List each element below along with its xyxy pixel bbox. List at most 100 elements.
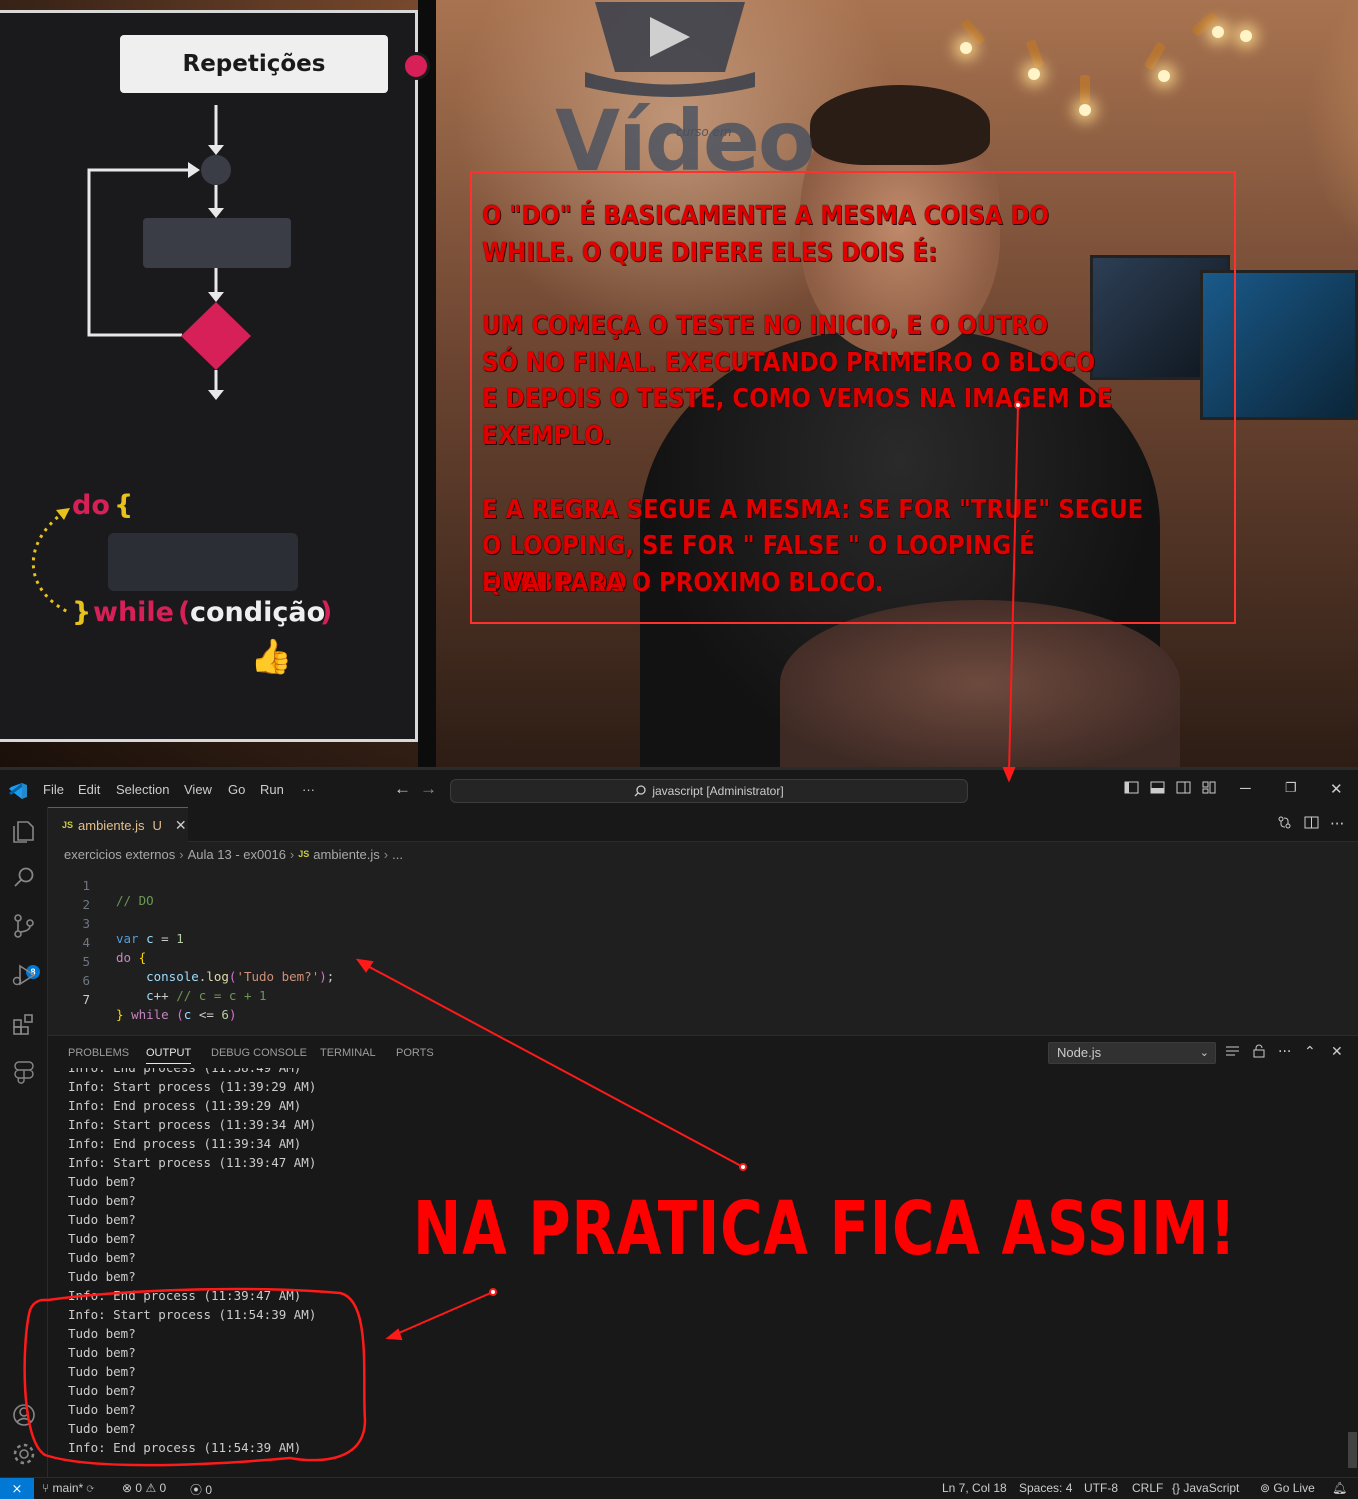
compare-changes-icon[interactable] bbox=[1277, 815, 1292, 830]
chevron-right-icon: › bbox=[383, 846, 389, 862]
code-number: 1 bbox=[176, 931, 184, 946]
code-brace: { bbox=[138, 950, 147, 965]
code-line: 2 bbox=[48, 882, 93, 912]
breadcrumb-file[interactable]: ambiente.js bbox=[313, 847, 379, 862]
output-line: Tudo bem? bbox=[68, 1345, 136, 1360]
branch-status[interactable]: ⑂ main* ⟳ bbox=[42, 1481, 94, 1495]
search-icon[interactable] bbox=[11, 865, 37, 891]
extensions-icon[interactable] bbox=[11, 1011, 37, 1037]
command-center-search[interactable]: javascript [Administrator] bbox=[450, 779, 968, 803]
js-file-icon: JS bbox=[298, 849, 310, 859]
code-brace: } bbox=[116, 1007, 124, 1022]
toggle-panel-icon[interactable] bbox=[1150, 780, 1165, 795]
explorer-icon[interactable] bbox=[11, 819, 37, 845]
code-paren-open: ( bbox=[178, 597, 191, 628]
figma-icon[interactable] bbox=[11, 1059, 37, 1085]
scrollbar[interactable] bbox=[1348, 1432, 1357, 1468]
go-live-button[interactable]: ⊚ Go Live bbox=[1260, 1481, 1315, 1495]
broadcast-icon: ⊚ bbox=[1260, 1481, 1271, 1495]
split-editor-icon[interactable] bbox=[1304, 815, 1319, 830]
source-control-icon[interactable] bbox=[11, 913, 37, 939]
output-line: Info: End process (11:54:39 AM) bbox=[68, 1440, 302, 1455]
tab-ambiente-js[interactable]: JS ambiente.js U ✕ bbox=[48, 807, 188, 842]
remote-indicator-icon[interactable]: ⨯ bbox=[0, 1478, 34, 1499]
menu-more[interactable]: ··· bbox=[302, 782, 315, 797]
tab-problems[interactable]: PROBLEMS bbox=[68, 1047, 129, 1059]
back-arrow-icon[interactable]: ← bbox=[394, 779, 411, 799]
code-number: 6 bbox=[221, 1007, 229, 1022]
output-line: Tudo bem? bbox=[68, 1402, 136, 1417]
lock-icon[interactable] bbox=[1252, 1044, 1266, 1058]
annotation-note-line: O LOOPING, SE FOR " FALSE " O LOOPING É … bbox=[482, 531, 1043, 598]
flowchart: 👍 bbox=[31, 105, 298, 677]
annotation-note-line: EXEMPLO. bbox=[482, 421, 612, 452]
video-frame: curso em Vídeo Repetições 👍 do { } while bbox=[0, 0, 1358, 767]
code-semicolon: ; bbox=[326, 969, 335, 984]
menu-run[interactable]: Run bbox=[260, 782, 284, 797]
lamp bbox=[1080, 75, 1090, 103]
title-bar: File Edit Selection View Go Run ··· ← → … bbox=[0, 767, 1358, 807]
annotation-note-line: E A REGRA SEGUE A MESMA: SE FOR "TRUE" S… bbox=[482, 494, 1144, 525]
menu-go[interactable]: Go bbox=[228, 782, 245, 797]
tab-debug-console[interactable]: DEBUG CONSOLE bbox=[211, 1047, 307, 1059]
breadcrumb-symbol[interactable]: ... bbox=[392, 847, 403, 862]
tab-output[interactable]: OUTPUT bbox=[146, 1047, 192, 1064]
indentation[interactable]: Spaces: 4 bbox=[1019, 1481, 1072, 1495]
menu-view[interactable]: View bbox=[184, 782, 212, 797]
more-actions-icon[interactable]: ··· bbox=[1278, 1044, 1291, 1060]
maximize-panel-icon[interactable]: ⌃ bbox=[1304, 1044, 1316, 1060]
cursor-position[interactable]: Ln 7, Col 18 bbox=[942, 1481, 1007, 1495]
code-variable: c bbox=[146, 988, 154, 1003]
account-icon[interactable] bbox=[11, 1402, 37, 1428]
output-line: Info: End process (11:39:34 AM) bbox=[68, 1136, 302, 1151]
annotation-note-line bbox=[482, 271, 1151, 308]
code-while-keyword: while bbox=[93, 597, 174, 628]
ports-status[interactable]: ⦿ 0 bbox=[190, 1481, 212, 1498]
more-actions-icon[interactable]: ··· bbox=[1330, 815, 1344, 833]
tab-ports[interactable]: PORTS bbox=[396, 1047, 434, 1059]
notifications-icon[interactable]: 🔔︎ bbox=[1332, 1481, 1347, 1495]
breadcrumb-subfolder[interactable]: Aula 13 - ex0016 bbox=[188, 847, 286, 862]
menu-selection[interactable]: Selection bbox=[116, 782, 169, 797]
toggle-sidebar-icon[interactable] bbox=[1124, 780, 1139, 795]
forward-arrow-icon[interactable]: → bbox=[420, 779, 437, 799]
tab-terminal[interactable]: TERMINAL bbox=[320, 1047, 376, 1059]
output-line: Tudo bem? bbox=[68, 1193, 136, 1208]
settings-gear-icon[interactable] bbox=[11, 1441, 37, 1467]
output-line: Info: Start process (11:39:29 AM) bbox=[68, 1079, 317, 1094]
code-keyword: var bbox=[116, 931, 139, 946]
minimize-icon[interactable]: ─ bbox=[1240, 780, 1251, 797]
close-tab-icon[interactable]: ✕ bbox=[175, 817, 187, 834]
menu-edit[interactable]: Edit bbox=[78, 782, 100, 797]
code-line: 6 c++ // c = c + 1 bbox=[48, 958, 266, 1003]
toggle-secondary-sidebar-icon[interactable] bbox=[1176, 780, 1191, 795]
encoding[interactable]: UTF-8 bbox=[1084, 1481, 1118, 1495]
breadcrumb-folder[interactable]: exercicios externos bbox=[64, 847, 175, 862]
filter-list-icon[interactable] bbox=[1225, 1044, 1240, 1058]
language-mode[interactable]: {} JavaScript bbox=[1172, 1481, 1239, 1495]
search-text: javascript [Administrator] bbox=[652, 784, 784, 798]
menu-file[interactable]: File bbox=[43, 782, 64, 797]
close-panel-icon[interactable]: ✕ bbox=[1331, 1044, 1343, 1060]
lamp-bulb bbox=[1079, 104, 1091, 116]
close-window-icon[interactable]: ✕ bbox=[1330, 780, 1343, 798]
output-channel-select[interactable]: Node.js ⌄ bbox=[1048, 1042, 1216, 1064]
annotation-note-line: SÓ NO FINAL. EXECUTANDO PRIMEIRO O BLOCO bbox=[482, 347, 1096, 378]
code-editor[interactable]: 1 // DO 2 3 var c = 1 4 do { 5 console.l… bbox=[48, 863, 1358, 1092]
presenter-arm bbox=[780, 600, 1180, 767]
code-line: 7 } while (c <= 6) bbox=[48, 977, 236, 1022]
branch-icon: ⑂ bbox=[42, 1481, 50, 1495]
restore-icon[interactable]: ❐ bbox=[1285, 780, 1297, 796]
presenter-hair bbox=[810, 85, 990, 165]
go-live-label: Go Live bbox=[1273, 1481, 1315, 1495]
problems-status[interactable]: ⊗ 0 ⚠ 0 bbox=[122, 1481, 166, 1495]
code-operator: ++ bbox=[153, 988, 169, 1003]
line-ending[interactable]: CRLF bbox=[1132, 1481, 1163, 1495]
js-file-icon: JS bbox=[62, 820, 74, 830]
customize-layout-icon[interactable] bbox=[1202, 780, 1217, 795]
editor-tabs: JS ambiente.js U ✕ ··· bbox=[48, 807, 1358, 842]
annotation-note-line bbox=[482, 455, 1151, 492]
output-line: Tudo bem? bbox=[68, 1231, 136, 1246]
run-debug-icon[interactable] bbox=[11, 962, 37, 988]
ports-count: 0 bbox=[205, 1483, 213, 1497]
